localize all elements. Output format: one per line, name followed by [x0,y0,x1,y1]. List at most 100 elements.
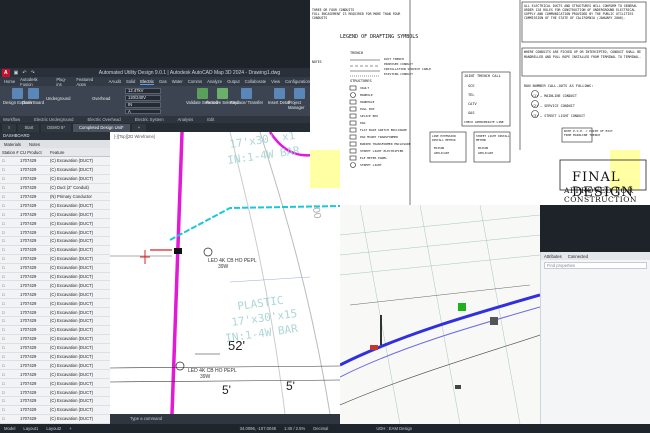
status-layout2[interactable]: Layout2 [46,426,61,431]
table-row[interactable]: □ 1707429 (C) Excavation (DUCT) [0,379,110,389]
save-icon[interactable]: ▣ [14,70,19,76]
col-cu-product[interactable]: CU Product [20,150,50,155]
table-row[interactable]: □ 1707429 (C) Excavation (DUCT) [0,273,110,282]
ribbon-tab-configuration[interactable]: Configuration [285,79,310,84]
cell-cu: 1707429 [20,229,37,235]
drawing-canvas[interactable]: LED 4K CB HO PEPL 39W LED 4K CB HO PEPL … [110,132,340,414]
ribbon-tab-plug-ins[interactable]: Plug-ins [56,77,71,87]
table-row[interactable]: □ 1707429 (C) Excavation (DUCT) [0,281,110,291]
table-row[interactable]: □ 1707429 (C) Excavation (DUCT) [0,219,110,229]
viewport-label[interactable]: [-][Top][2D Wireframe] [114,134,155,139]
insert-detail-button[interactable]: Insert Detail [268,88,290,105]
tab-connected[interactable]: Connected [568,254,588,259]
ribbon-tab-view[interactable]: View [271,79,280,84]
undo-icon[interactable]: ↶ [22,70,26,76]
table-row[interactable]: □ 1707429 (C) Excavation (DUCT) [0,308,110,318]
status-aud[interactable]: UDH : EAM Design [376,426,412,431]
table-row[interactable]: □ 1707429 (C) Excavation (DUCT) [0,361,110,371]
ribbon-tab-home[interactable]: Home [4,79,15,84]
phase-config-select[interactable]: 120/240V [125,95,161,101]
ribbon-tab-electric[interactable]: Electric [140,79,155,85]
status-model[interactable]: Model [4,426,15,431]
status-units[interactable]: Decimal [313,426,328,431]
ribbon-group-electric-underground[interactable]: Electric Underground [34,117,73,122]
resolve-icon [216,88,228,99]
add-layout-icon[interactable]: + [69,426,71,431]
table-row[interactable]: □ 1707429 (C) Excavation (DUCT) [0,388,110,398]
3d-scene [340,205,540,424]
table-row[interactable]: □ 1707429 (C) Excavation (DUCT) [0,326,110,335]
ribbon-tab-featured-apps[interactable]: Featured Apps [76,77,103,87]
option-applicant-2[interactable]: APPLICANT [478,151,493,156]
table-row[interactable]: □ 1707429 (C) Excavation (DUCT) [0,166,110,175]
table-row[interactable]: □ 1707429 (C) Excavation (DUCT) [0,370,110,380]
table-row[interactable]: □ 1707429 (C) Excavation (DUCT) [0,335,110,344]
table-row[interactable]: □ 1707429 (C) Excavation (DUCT) [0,255,110,264]
ribbon-group-electric-system[interactable]: Electric System [135,117,164,122]
status-layout1[interactable]: Layout1 [23,426,38,431]
ribbon-tab-comms[interactable]: Comms [188,79,202,84]
ribbon-tab-analyze[interactable]: Analyze [207,79,222,84]
command-input[interactable]: Type a command [130,416,162,421]
table-row[interactable]: □ 1707429 (C) Duct (2" Conduit) [0,184,110,193]
phase-select[interactable]: A [125,109,161,114]
redo-icon[interactable]: ↷ [31,70,35,76]
table-row[interactable]: □ 1707429 (C) Excavation (DUCT) [0,157,110,166]
table-row[interactable]: □ 1707429 (C) Excavation (DUCT) [0,201,110,211]
doc-tab-demo[interactable]: DEMO 5* [41,123,71,132]
ribbon-tab-collaborate[interactable]: Collaborate [245,79,266,84]
autocad-logo[interactable]: A [2,68,10,77]
table-row[interactable]: □ 1707429 (C) Excavation (DUCT) [0,299,110,309]
table-row[interactable]: □ 1707429 (C) Excavation (DUCT) [0,264,110,273]
table-row[interactable]: □ 1707429 (C) Excavation (DUCT) [0,397,110,406]
doc-tab-completed[interactable]: Completed Design Unit* [72,123,130,132]
option-applicant[interactable]: APPLICANT [434,151,449,156]
tab-attributes[interactable]: Attributes [544,254,562,259]
mode-select[interactable]: IN [125,102,161,108]
table-row[interactable]: □ 1707429 (C) Excavation (DUCT) [0,415,110,424]
table-row[interactable]: □ 1707429 (C) Excavation (DUCT) [0,246,110,255]
table-row[interactable]: □ 1707429 (C) Excavation (DUCT) [0,175,110,184]
cell-cu: 1707429 [20,211,37,217]
cell-station: □ [2,336,5,342]
find-properties-input[interactable]: Find properties [544,262,647,269]
callout-label: SERVICE CONDUIT [544,104,575,108]
table-row[interactable]: □ 1707429 (N) Primary Conductor [0,193,110,202]
table-row[interactable]: □ 1707429 (C) Excavation (DUCT) [0,290,110,300]
ribbon-tab-gas[interactable]: Gas [159,79,167,84]
table-row[interactable]: □ 1707429 (C) Excavation (DUCT) [0,317,110,326]
underground-button[interactable]: Underground [46,96,70,101]
3d-view[interactable] [340,205,540,424]
tab-notes[interactable]: Notes [29,142,40,147]
new-tab-icon[interactable]: + [131,123,147,132]
table-row[interactable]: □ 1707429 (C) Excavation (DUCT) [0,228,110,238]
voltage-select[interactable]: 12.47kV [125,88,161,94]
table-row[interactable]: □ 1707429 (C) Excavation (DUCT) [0,353,110,362]
structure-item: HANDHOLE [360,100,375,104]
ribbon-group-edit[interactable]: Edit [207,117,214,122]
ribbon-tab-solid[interactable]: Solid [126,79,135,84]
ribbon-group-electric-overhead[interactable]: Electric Overhead [87,117,120,122]
ribbon-group-analysis[interactable]: Analysis [178,117,194,122]
table-row[interactable]: □ 1707429 (C) Excavation (DUCT) [0,210,110,220]
table-row[interactable]: □ 1707429 (C) Excavation (DUCT) [0,344,110,353]
ribbon-tab-water[interactable]: Water [172,79,183,84]
table-row[interactable]: □ 1707429 (C) Excavation (DUCT) [0,237,110,246]
table-row[interactable]: □ 1707429 (C) Excavation (DUCT) [0,406,110,415]
menu-icon[interactable]: ≡ [2,123,17,132]
doc-tab-start[interactable]: Start [18,123,40,132]
overhead-button[interactable]: Overhead [92,96,110,101]
command-line[interactable]: Type a command [110,414,340,424]
dash-board-button[interactable]: Dash Board [22,88,44,105]
ribbon-group-workflow[interactable]: Workflow [3,117,20,122]
ribbon-tab-aaudit[interactable]: AAudit [109,79,121,84]
replace-transfer-button[interactable]: Replace/ Transfer [230,88,263,105]
status-scale[interactable]: 1:40 / 2.5% [284,426,305,431]
ribbon-tab-output[interactable]: Output [227,79,240,84]
project-manager-button[interactable]: Project Manager [288,88,310,110]
ribbon-tab-autodesk-fusion[interactable]: Autodesk Fusion [20,77,51,87]
cell-cu: 1707429 [20,362,37,368]
col-feature[interactable]: Feature [50,150,104,155]
tab-materials[interactable]: Materials [4,142,21,147]
col-station[interactable]: Station # [0,150,20,155]
